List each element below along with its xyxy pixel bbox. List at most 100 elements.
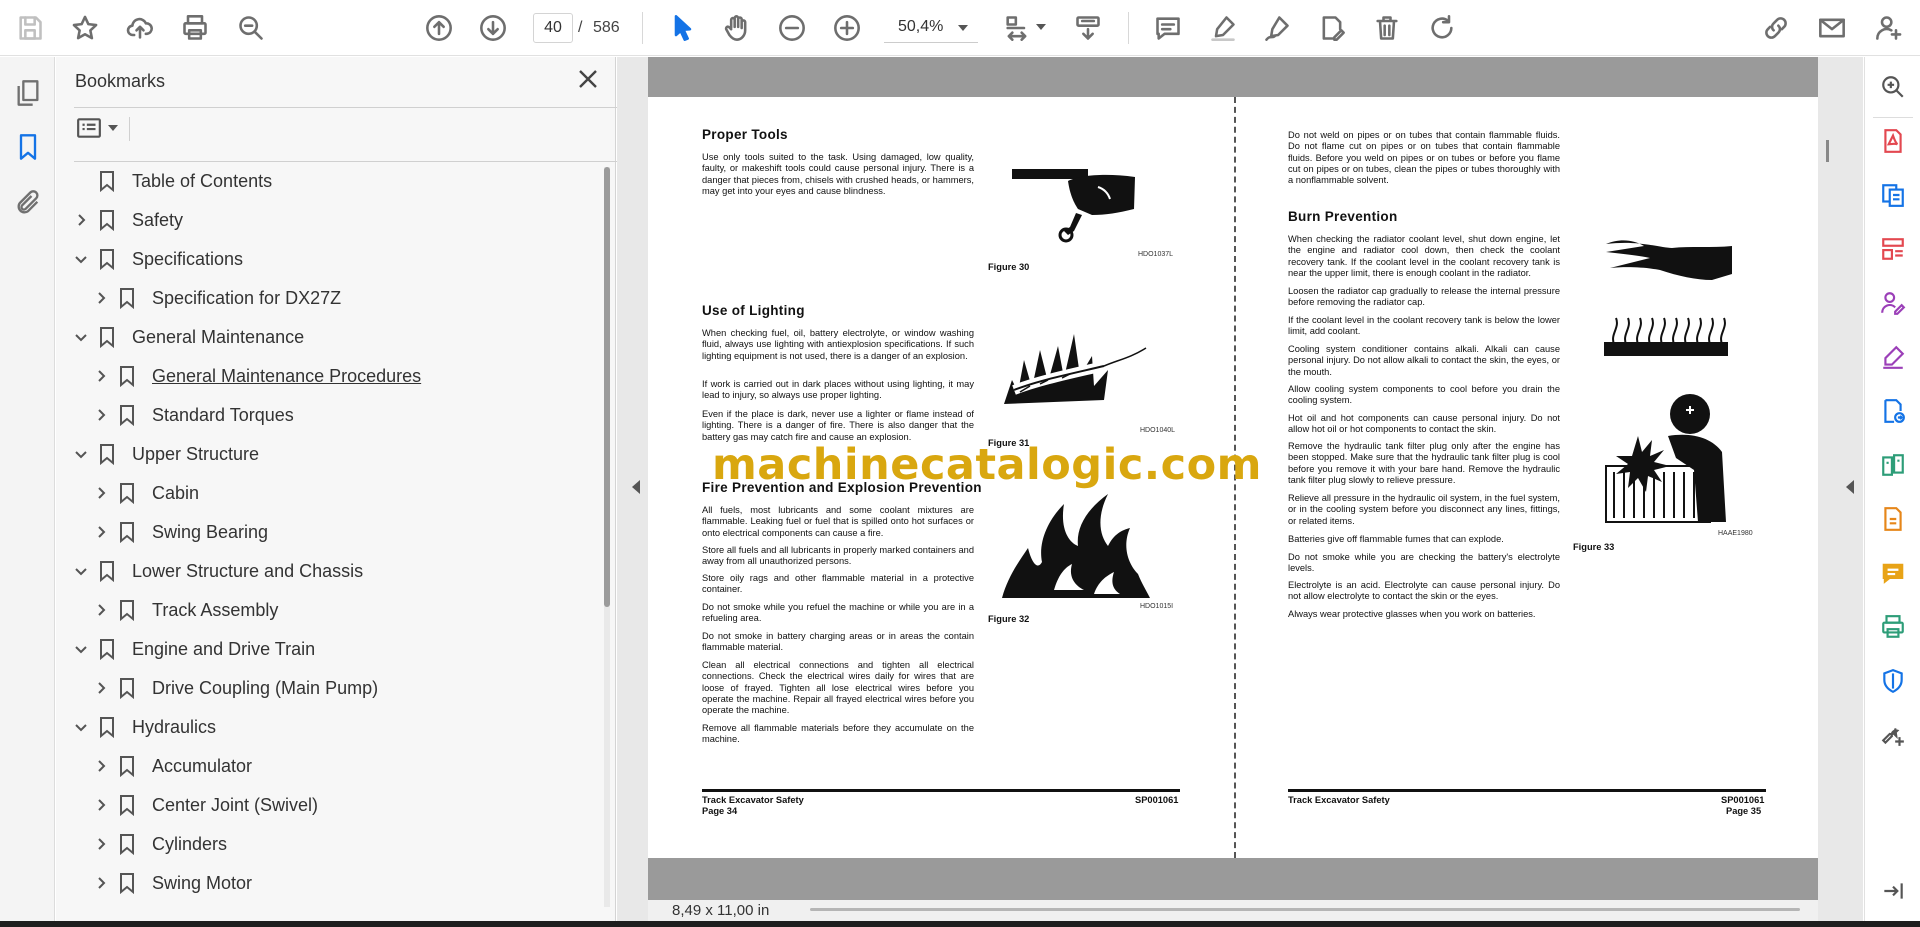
bookmark-item[interactable]: Cylinders bbox=[94, 828, 227, 860]
page-up-icon[interactable] bbox=[421, 10, 457, 46]
export-pages-icon[interactable] bbox=[1877, 503, 1909, 535]
toolbar-divider bbox=[1128, 12, 1129, 44]
scrollbar-thumb[interactable] bbox=[1826, 140, 1829, 162]
page-thumbnails-icon[interactable] bbox=[10, 75, 46, 111]
bookmark-item[interactable]: Hydraulics bbox=[74, 711, 216, 743]
sign-icon[interactable] bbox=[1259, 10, 1295, 46]
organize-pages-icon[interactable] bbox=[1877, 233, 1909, 265]
chevron-right-icon[interactable] bbox=[94, 408, 108, 422]
mail-icon[interactable] bbox=[1814, 10, 1850, 46]
search-zoom-icon[interactable] bbox=[1877, 71, 1909, 103]
delete-icon[interactable] bbox=[1369, 10, 1405, 46]
chevron-down-icon[interactable] bbox=[74, 330, 88, 344]
comment-icon[interactable] bbox=[1150, 10, 1186, 46]
chevron-right-icon[interactable] bbox=[94, 291, 108, 305]
footer-title: Track Excavator Safety bbox=[702, 795, 804, 805]
chevron-down-icon[interactable] bbox=[74, 642, 88, 656]
comment-tool-icon[interactable] bbox=[1877, 557, 1909, 589]
page-gap bbox=[648, 858, 1818, 900]
expand-right-panel-icon[interactable] bbox=[1846, 480, 1854, 494]
chevron-down-icon[interactable] bbox=[1036, 24, 1046, 30]
bookmark-icon bbox=[118, 677, 136, 700]
paragraph: Batteries give off flammable fumes that … bbox=[1288, 534, 1504, 544]
close-icon[interactable] bbox=[576, 67, 604, 95]
bookmarks-icon[interactable] bbox=[10, 129, 46, 165]
star-icon[interactable] bbox=[67, 10, 103, 46]
bookmark-item[interactable]: Drive Coupling (Main Pump) bbox=[94, 672, 378, 704]
bookmarks-scrollbar[interactable] bbox=[604, 167, 610, 907]
request-signature-icon[interactable] bbox=[1877, 287, 1909, 319]
page-size-label: 8,49 x 11,00 in bbox=[672, 902, 770, 919]
share-link-icon[interactable] bbox=[1758, 10, 1794, 46]
chevron-right-icon[interactable] bbox=[74, 213, 88, 227]
footer-page-number: Page 35 bbox=[1726, 806, 1762, 816]
bookmark-item[interactable]: Center Joint (Swivel) bbox=[94, 789, 318, 821]
bookmark-item[interactable]: Cabin bbox=[94, 477, 199, 509]
bookmark-item[interactable]: General Maintenance Procedures bbox=[94, 360, 421, 392]
edit-pdf-icon[interactable] bbox=[1314, 10, 1350, 46]
scrollbar-thumb[interactable] bbox=[604, 167, 610, 607]
horizontal-scrollbar[interactable] bbox=[810, 908, 1800, 911]
bookmark-item[interactable]: General Maintenance bbox=[74, 321, 304, 353]
bookmark-options-button[interactable] bbox=[76, 112, 132, 144]
bookmark-item[interactable]: Accumulator bbox=[94, 750, 252, 782]
hand-icon[interactable] bbox=[719, 10, 755, 46]
chevron-down-icon[interactable] bbox=[74, 252, 88, 266]
zoom-out-icon[interactable] bbox=[774, 10, 810, 46]
bookmark-item[interactable]: Specifications bbox=[74, 243, 243, 275]
bookmark-icon bbox=[118, 872, 136, 895]
chevron-right-icon[interactable] bbox=[94, 837, 108, 851]
chevron-down-icon[interactable] bbox=[74, 564, 88, 578]
attachments-icon[interactable] bbox=[10, 185, 46, 221]
bookmark-icon bbox=[118, 521, 136, 544]
add-user-icon[interactable] bbox=[1871, 10, 1907, 46]
upload-icon[interactable] bbox=[122, 10, 158, 46]
document-scrollbar[interactable] bbox=[1826, 100, 1831, 890]
more-tools-icon[interactable] bbox=[1877, 719, 1909, 751]
bookmark-label: Accumulator bbox=[152, 755, 253, 776]
bookmark-item[interactable]: Safety bbox=[74, 204, 183, 236]
chevron-right-icon[interactable] bbox=[94, 369, 108, 383]
bookmark-item[interactable]: Table of Contents bbox=[74, 165, 272, 197]
bookmark-item[interactable]: Standard Torques bbox=[94, 399, 294, 431]
select-arrow-icon[interactable] bbox=[665, 10, 701, 46]
bookmark-item[interactable]: Track Assembly bbox=[94, 594, 278, 626]
scroll-mode-icon[interactable] bbox=[1070, 10, 1106, 46]
chevron-down-icon[interactable] bbox=[74, 720, 88, 734]
page-down-icon[interactable] bbox=[475, 10, 511, 46]
bookmark-item[interactable]: Lower Structure and Chassis bbox=[74, 555, 363, 587]
collapse-pane-icon[interactable] bbox=[1877, 875, 1909, 907]
bookmark-item[interactable]: Swing Motor bbox=[94, 867, 252, 899]
bookmark-item[interactable]: Engine and Drive Train bbox=[74, 633, 315, 665]
fit-page-icon[interactable] bbox=[999, 10, 1035, 46]
create-pdf-icon[interactable] bbox=[1877, 179, 1909, 211]
highlight-icon[interactable] bbox=[1205, 10, 1241, 46]
chevron-right-icon[interactable] bbox=[94, 759, 108, 773]
chevron-down-icon[interactable] bbox=[958, 25, 968, 31]
chevron-right-icon[interactable] bbox=[94, 603, 108, 617]
collapse-left-panel-icon[interactable] bbox=[632, 480, 640, 494]
send-for-review-icon[interactable] bbox=[1877, 395, 1909, 427]
save-icon[interactable] bbox=[12, 10, 48, 46]
print-icon[interactable] bbox=[177, 10, 213, 46]
zoom-in-icon[interactable] bbox=[829, 10, 865, 46]
chevron-right-icon[interactable] bbox=[94, 681, 108, 695]
bookmark-item[interactable]: Specification for DX27Z bbox=[94, 282, 341, 314]
bookmark-item[interactable]: Swing Bearing bbox=[94, 516, 268, 548]
rotate-icon[interactable] bbox=[1424, 10, 1460, 46]
fill-sign-icon[interactable] bbox=[1877, 341, 1909, 373]
protect-icon[interactable] bbox=[1877, 665, 1909, 697]
chevron-down-icon[interactable] bbox=[74, 447, 88, 461]
export-pdf-icon[interactable] bbox=[1877, 125, 1909, 157]
chevron-right-icon[interactable] bbox=[94, 486, 108, 500]
figure-code: HAAE1980 bbox=[1718, 530, 1753, 537]
compare-files-icon[interactable] bbox=[1877, 449, 1909, 481]
zoom-search-icon[interactable] bbox=[233, 10, 269, 46]
chevron-right-icon[interactable] bbox=[94, 876, 108, 890]
bookmark-item[interactable]: Upper Structure bbox=[74, 438, 259, 470]
page-number-input[interactable]: 40 bbox=[533, 13, 573, 43]
chevron-right-icon[interactable] bbox=[94, 798, 108, 812]
print-production-icon[interactable] bbox=[1877, 611, 1909, 643]
chevron-right-icon[interactable] bbox=[94, 525, 108, 539]
